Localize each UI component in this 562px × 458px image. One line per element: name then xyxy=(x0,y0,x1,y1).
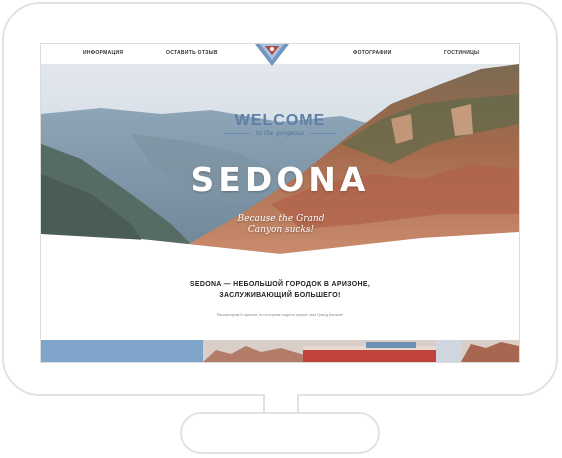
hero-script-line2: Canyon sucks! xyxy=(247,225,315,235)
hero-title: SEDONA xyxy=(190,160,370,199)
sedona-logo-icon[interactable] xyxy=(255,44,289,66)
hero-welcome: WELCOME xyxy=(234,112,326,129)
nav-link-info[interactable]: ИНФОРМАЦИЯ xyxy=(83,50,123,56)
nav-link-photos[interactable]: ФОТОГРАФИИ xyxy=(353,50,392,56)
hero-tagline: to the gorgeous xyxy=(41,130,519,137)
intro-text: Рассмотрим 5 причин, по которым седона л… xyxy=(216,312,344,317)
hero-script-line1: Because the Grand xyxy=(237,214,325,224)
hero-section: WELCOME to the gorgeous SEDONA Because t… xyxy=(41,64,519,254)
intro-heading-line1: SEDONA — НЕБОЛЬШОЙ ГОРОДОК В АРИЗОНЕ, xyxy=(189,281,371,288)
website-screen: ИНФОРМАЦИЯ ОСТАВИТЬ ОТЗЫВ ФОТОГРАФИИ ГОС… xyxy=(41,44,519,362)
intro-heading: SEDONA — НЕБОЛЬШОЙ ГОРОДОК В АРИЗОНЕ, ЗА… xyxy=(141,279,419,301)
hero-tagline-text: to the gorgeous xyxy=(256,130,304,137)
nav-link-review[interactable]: ОСТАВИТЬ ОТЗЫВ xyxy=(166,50,218,56)
photo-strip xyxy=(41,340,519,362)
hero-script: Because the Grand Canyon sucks! xyxy=(211,214,351,236)
intro-heading-line2: ЗАСЛУЖИВАЮЩИЙ БОЛЬШЕГО! xyxy=(219,292,341,299)
monitor-stand xyxy=(180,412,380,454)
nav-link-hotels[interactable]: ГОСТИНИЦЫ xyxy=(444,50,479,56)
